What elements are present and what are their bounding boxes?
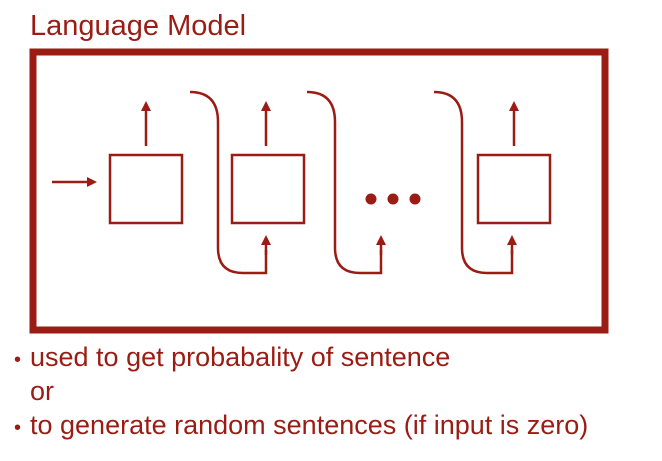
ellipsis-dots xyxy=(365,193,421,205)
rnn-cell-2 xyxy=(230,153,306,225)
bullet-text-2: to generate random sentences (if input i… xyxy=(30,410,589,440)
rnn-cell-1 xyxy=(108,153,184,225)
feedback-curve-2 xyxy=(306,90,383,275)
bullet-text-1: used to get probabality of sentence xyxy=(30,342,451,372)
feedback-curve-1 xyxy=(189,90,268,275)
bullet-item-2: • to generate random sentences (if input… xyxy=(14,408,588,442)
rnn-cell-last xyxy=(476,153,552,225)
bullet-list: • used to get probabality of sentence or… xyxy=(14,340,588,442)
bullet-item-1: • used to get probabality of sentence xyxy=(14,340,588,374)
bullet-dot-icon: • xyxy=(14,417,22,439)
feedback-curve-3 xyxy=(433,90,514,275)
bullet-connector: or xyxy=(30,376,55,406)
bullet-dot-icon: • xyxy=(14,349,22,371)
